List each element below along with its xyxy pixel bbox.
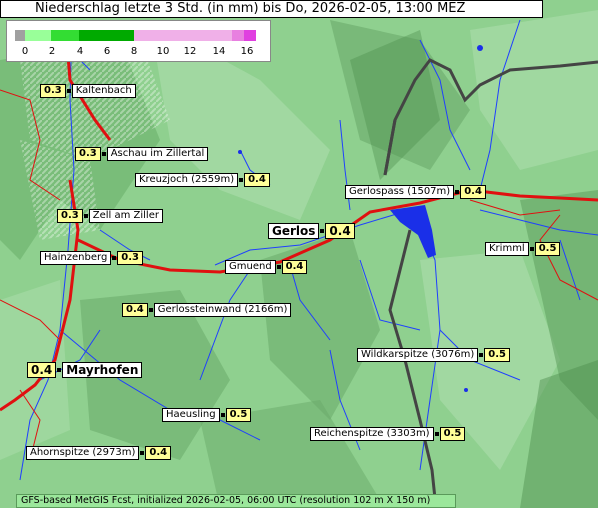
precip-value: 0.5 [225,408,252,422]
legend-tick: 6 [103,46,111,57]
location-name: Wildkarspitze (3076m) [357,348,479,362]
location-gerlospass[interactable]: Gerlospass (1507m) 0.4 [345,185,486,199]
precip-value: 0.4 [325,223,355,239]
legend-swatch-2-4 [51,30,79,41]
precip-value: 0.5 [534,242,561,256]
precip-value: 0.3 [117,251,144,265]
precip-value: 0.3 [57,209,83,223]
legend-swatch-8-14 [134,30,244,41]
location-name: Kaltenbach [71,84,136,98]
precip-value: 0.4 [27,362,57,378]
location-zell[interactable]: 0.3 Zell am Ziller [57,209,163,223]
location-name: Zell am Ziller [88,209,163,223]
precip-value: 0.4 [145,446,172,460]
legend-tick: 16 [240,46,254,57]
location-marker [479,353,484,357]
location-name: Gerlossteinwand (2166m) [153,303,292,317]
legend-tick: 14 [212,46,226,57]
location-krimml[interactable]: Krimml 0.5 [485,242,561,256]
location-name: Ahornspitze (2973m) [26,446,140,460]
location-aschau[interactable]: 0.3 Aschau im Zillertal [75,147,209,161]
location-name: Aschau im Zillertal [106,147,209,161]
location-marker [529,247,534,251]
location-wildkarspitze[interactable]: Wildkarspitze (3076m) 0.5 [357,348,510,362]
location-marker [140,451,145,455]
legend-tick: 12 [183,46,197,57]
location-name: Mayrhofen [62,362,143,378]
location-marker [239,178,244,182]
location-marker [83,214,88,218]
location-reichenspitze[interactable]: Reichenspitze (3303m) 0.5 [310,427,466,441]
precip-value: 0.4 [244,173,270,187]
location-marker [148,308,153,312]
precip-value: 0.5 [439,427,466,441]
location-kaltenbach[interactable]: 0.3 Kaltenbach [40,84,136,98]
precipitation-legend: 0 2 4 6 8 10 12 14 16 [6,20,271,62]
legend-swatch-0-2 [25,30,51,41]
legend-tick: 8 [130,46,138,57]
legend-tick: 10 [156,46,170,57]
precip-value: 0.5 [484,348,510,362]
location-marker [320,229,325,233]
location-ahornspitze[interactable]: Ahornspitze (2973m) 0.4 [26,446,172,460]
location-kreuzjoch[interactable]: Kreuzjoch (2559m) 0.4 [135,173,270,187]
legend-swatch-16plus [244,30,256,41]
legend-tick: 2 [48,46,56,57]
location-name: Haeusling [162,408,220,422]
legend-swatch-4-6 [79,30,107,41]
location-name: Gmuend [225,260,276,274]
location-name: Gerlos [268,223,320,239]
location-marker [57,368,62,372]
legend-swatch-gray [15,30,25,41]
legend-tick: 4 [76,46,84,57]
legend-swatch-6-8 [107,30,134,41]
location-name: Hainzenberg [40,251,112,265]
precip-value: 0.4 [460,185,486,199]
legend-tick: 0 [21,46,29,57]
location-marker [455,190,460,194]
location-gerlossteinwand[interactable]: 0.4 Gerlossteinwand (2166m) [122,303,292,317]
location-marker [434,432,439,436]
location-marker [112,256,117,260]
location-name: Reichenspitze (3303m) [310,427,434,441]
forecast-footer: GFS-based MetGIS Fcst, initialized 2026-… [16,494,456,508]
location-name: Gerlospass (1507m) [345,185,455,199]
legend-swatch-14-16 [232,30,244,41]
location-marker [220,413,225,417]
precip-value: 0.4 [122,303,148,317]
precip-value: 0.3 [40,84,66,98]
location-gmuend[interactable]: Gmuend 0.4 [225,260,308,274]
precip-value: 0.4 [281,260,308,274]
location-haeusling[interactable]: Haeusling 0.5 [162,408,252,422]
location-gerlos[interactable]: Gerlos 0.4 [268,223,355,239]
location-marker [101,152,106,156]
location-marker [276,265,281,269]
precipitation-map: Niederschlag letzte 3 Std. (in mm) bis D… [0,0,598,508]
location-marker [66,89,71,93]
precip-value: 0.3 [75,147,101,161]
location-hainzenberg[interactable]: Hainzenberg 0.3 [40,251,144,265]
map-title: Niederschlag letzte 3 Std. (in mm) bis D… [0,0,543,18]
location-name: Kreuzjoch (2559m) [135,173,239,187]
location-name: Krimml [485,242,529,256]
location-mayrhofen[interactable]: 0.4 Mayrhofen [27,362,143,378]
